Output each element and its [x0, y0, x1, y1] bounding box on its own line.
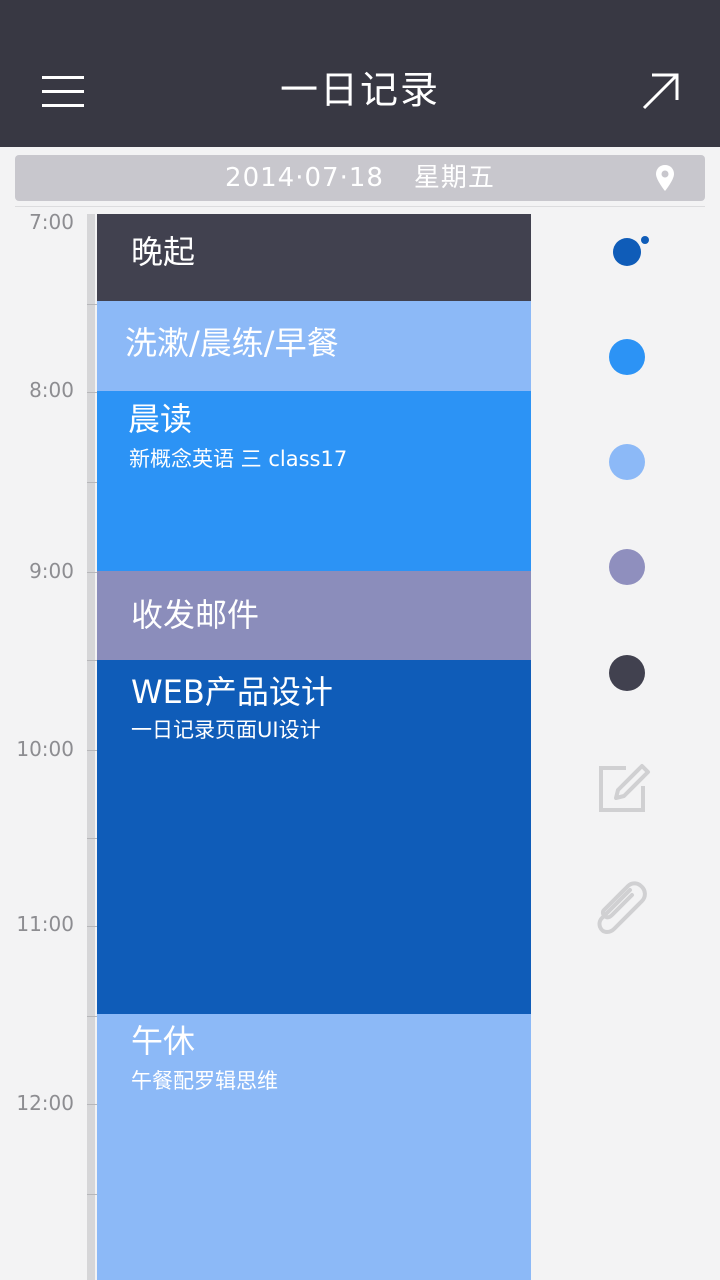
timeline-tick: [87, 482, 97, 483]
event-block[interactable]: 晨读 新概念英语 三 class17: [97, 391, 531, 571]
date-bar[interactable]: 2014·07·18 星期五: [15, 155, 705, 201]
color-swatch-selected[interactable]: [613, 238, 641, 266]
timeline-tick: [87, 1104, 97, 1105]
color-swatch[interactable]: [609, 339, 645, 375]
timeline-tick: [87, 1016, 97, 1017]
event-title: 晨读: [128, 400, 193, 438]
divider: [15, 206, 705, 207]
hour-label: 12:00: [16, 1091, 74, 1115]
timeline-tick: [87, 838, 97, 839]
timeline-tick: [87, 926, 97, 927]
color-swatch[interactable]: [609, 655, 645, 691]
date-label: 2014·07·18: [225, 163, 384, 193]
event-block[interactable]: 晚起: [97, 214, 531, 301]
weekday-label: 星期五: [413, 163, 495, 193]
top-bar: 一日记录: [0, 0, 720, 147]
location-pin-icon[interactable]: [655, 164, 675, 192]
hour-label: 10:00: [16, 737, 74, 761]
timeline-tick: [87, 572, 97, 573]
timeline-tick: [87, 392, 97, 393]
event-block[interactable]: 午休 午餐配罗辑思维: [97, 1014, 531, 1280]
event-subtitle: 新概念英语 三 class17: [129, 447, 348, 471]
selected-indicator-dot: [641, 236, 649, 244]
hour-label: 7:00: [29, 210, 74, 234]
event-subtitle: 一日记录页面UI设计: [131, 718, 321, 742]
edit-icon[interactable]: [596, 762, 652, 814]
event-title: 午休: [131, 1022, 196, 1060]
event-subtitle: 午餐配罗辑思维: [131, 1069, 278, 1093]
event-title: 收发邮件: [131, 596, 260, 634]
hour-label: 8:00: [29, 378, 74, 402]
paperclip-icon[interactable]: [590, 880, 652, 938]
event-title: 洗漱/晨练/早餐: [125, 324, 339, 362]
timeline-tick: [87, 304, 97, 305]
event-block[interactable]: WEB产品设计 一日记录页面UI设计: [97, 660, 531, 1014]
timeline-tick: [87, 750, 97, 751]
color-swatch[interactable]: [609, 549, 645, 585]
timeline-tick: [87, 660, 97, 661]
timeline-tick: [87, 1194, 97, 1195]
event-title: 晚起: [131, 233, 196, 271]
arrow-up-right-icon[interactable]: [640, 70, 682, 112]
event-block[interactable]: 洗漱/晨练/早餐: [97, 301, 531, 391]
hour-label: 9:00: [29, 559, 74, 583]
event-title: WEB产品设计: [131, 673, 333, 711]
hour-label: 11:00: [16, 912, 74, 936]
timeline-rail: [87, 214, 95, 1280]
page-title: 一日记录: [279, 68, 440, 112]
color-swatch[interactable]: [609, 444, 645, 480]
event-block[interactable]: 收发邮件: [97, 571, 531, 660]
